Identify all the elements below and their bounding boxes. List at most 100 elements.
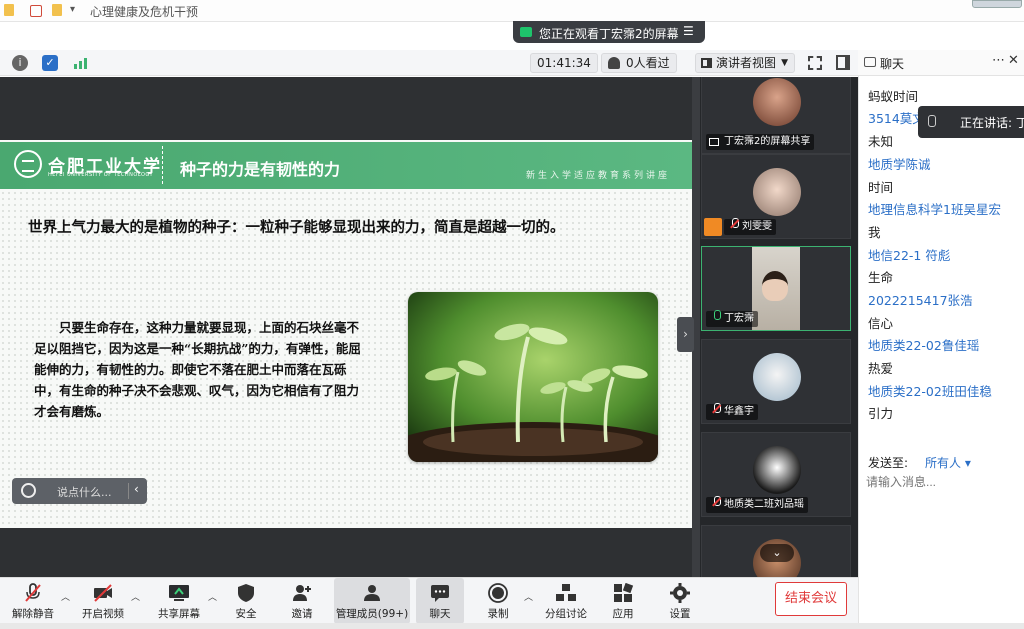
avatar	[753, 446, 801, 494]
window-control[interactable]	[972, 0, 1022, 8]
checkbox-icon[interactable]	[30, 5, 42, 17]
chat-button[interactable]: 聊天	[416, 578, 464, 624]
mic-muted-icon	[711, 403, 721, 415]
meeting-timer: 01:41:34	[530, 53, 598, 73]
apps-icon	[614, 583, 634, 602]
chat-message: 热爱	[868, 361, 894, 376]
screen-share-icon	[709, 138, 719, 146]
meeting-info-bar: i ✓ 01:41:34 0人看过 演讲者视图 ▼	[0, 50, 858, 76]
chat-title: 聊天	[880, 57, 905, 71]
close-icon[interactable]: ✕	[1008, 53, 1019, 68]
quick-chat-bar[interactable]: 说点什么... ‹	[12, 478, 147, 504]
user-badge-icon	[704, 218, 722, 236]
folder-icon	[52, 4, 62, 16]
chat-sender[interactable]: 地信22-1 符彪	[868, 245, 950, 264]
manage-members-button[interactable]: 管理成员(99+)	[334, 578, 410, 624]
share-banner-text: 您正在观看丁宏霈2的屏幕	[539, 27, 679, 41]
chat-icon	[431, 585, 449, 602]
start-video-button[interactable]: 开启视频	[78, 578, 128, 624]
participant-tile[interactable]: 地质类二班刘品瑶	[701, 432, 851, 517]
participant-tile[interactable]: 华鑫宇	[701, 339, 851, 424]
share-screen-icon	[169, 585, 189, 601]
slide-title: 种子的力是有韧性的力	[180, 160, 341, 179]
share-screen-button[interactable]: 共享屏幕	[153, 578, 205, 624]
folder-icon	[4, 4, 14, 16]
participant-name: 华鑫宇	[706, 403, 758, 420]
settings-button[interactable]: 设置	[660, 578, 700, 624]
speaking-indicator: 正在讲话: 丁	[918, 106, 1024, 138]
invite-button[interactable]: 邀请	[282, 578, 322, 624]
add-user-icon	[293, 585, 311, 601]
apps-button[interactable]: 应用	[603, 578, 643, 624]
view-mode-select[interactable]: 演讲者视图 ▼	[695, 53, 795, 73]
unmute-button[interactable]: 解除静音	[8, 578, 58, 624]
participant-tile[interactable]: 丁宏霈2的屏幕共享	[701, 77, 851, 154]
send-to-label: 发送至:	[868, 456, 909, 470]
more-icon[interactable]: ⋯	[992, 53, 1005, 68]
shield-icon	[238, 584, 254, 602]
slide-headline: 世界上气力最大的是植物的种子：一粒种子能够显现出来的力，简直是超越一切的。	[28, 219, 565, 236]
participant-name: 地质类二班刘品瑶	[706, 496, 808, 513]
participant-name: 丁宏霈	[706, 310, 758, 327]
person-figure	[762, 271, 788, 301]
camera-off-icon	[94, 584, 112, 602]
slide-body-text: 只要生命存在，这种力量就要显现，上面的石块丝毫不足以阻挡它，因为这是一种“长期抗…	[34, 320, 361, 419]
chevron-up-icon[interactable]: ︿	[208, 590, 218, 603]
avatar	[753, 78, 801, 126]
chevron-up-icon[interactable]: ︿	[524, 590, 534, 603]
participant-name: 刘雯雯	[724, 218, 776, 235]
chat-sender[interactable]: 地质学陈诚	[868, 154, 931, 173]
mic-muted-icon	[729, 218, 739, 230]
scroll-down-icon[interactable]: ⌄	[760, 544, 794, 562]
shield-icon[interactable]: ✓	[42, 55, 58, 71]
menu-icon[interactable]: ☰	[683, 24, 697, 38]
collapse-handle[interactable]: ›	[677, 317, 694, 352]
participant-tile[interactable]: 刘雯雯	[701, 154, 851, 239]
sidebar-toggle-icon[interactable]	[836, 55, 850, 70]
participant-tile-active[interactable]: 丁宏霈	[701, 246, 851, 331]
fullscreen-icon[interactable]	[808, 56, 822, 70]
record-icon	[488, 583, 508, 603]
emoji-icon[interactable]	[21, 483, 36, 498]
chat-icon	[864, 57, 876, 67]
chevron-up-icon[interactable]: ︿	[61, 590, 71, 603]
chevron-down-icon: ▼	[781, 58, 788, 68]
share-banner: 您正在观看丁宏霈2的屏幕 ☰	[513, 21, 705, 43]
bottom-edge	[0, 623, 1024, 629]
breakout-rooms-button[interactable]: 分组讨论	[542, 578, 590, 624]
chat-sender[interactable]: 地质类22-02鲁佳瑶	[868, 335, 979, 354]
end-meeting-button[interactable]: 结束会议	[775, 582, 847, 616]
chat-sender[interactable]: 3514莫文	[868, 108, 925, 127]
chat-message-input[interactable]	[866, 472, 1016, 492]
chat-message: 生命	[868, 270, 894, 285]
security-button[interactable]: 安全	[226, 578, 266, 624]
mic-muted-icon	[25, 583, 41, 602]
dropdown-icon[interactable]: ▾	[70, 4, 75, 15]
breakout-icon	[556, 584, 576, 601]
layout-icon	[701, 58, 712, 68]
chevron-left-icon[interactable]: ‹	[134, 482, 139, 496]
record-button[interactable]: 录制	[478, 578, 518, 624]
viewers-count[interactable]: 0人看过	[601, 53, 677, 73]
university-logo-icon	[14, 150, 42, 178]
signal-icon[interactable]	[72, 55, 88, 71]
quick-chat-placeholder[interactable]: 说点什么...	[57, 484, 112, 500]
slide-divider	[162, 146, 163, 184]
chat-message: 我	[868, 225, 881, 240]
title-strip: ▾ 心理健康及危机干预	[0, 0, 1024, 22]
document-title: 心理健康及危机干预	[90, 5, 199, 19]
camera-icon	[520, 27, 532, 37]
chat-message: 未知	[868, 134, 894, 149]
participant-gallery: 丁宏霈2的屏幕共享 刘雯雯 丁宏霈 华鑫宇 地质类二班刘品瑶	[700, 77, 858, 577]
chat-sender[interactable]: 地理信息科学1班吴星宏	[868, 199, 1001, 218]
chevron-up-icon[interactable]: ︿	[131, 590, 141, 603]
chat-sender[interactable]: 2022215417张浩	[868, 290, 973, 309]
info-icon[interactable]: i	[12, 55, 28, 71]
chat-message: 信心	[868, 316, 894, 331]
send-to-select[interactable]: 所有人 ▾	[925, 454, 971, 471]
people-icon	[608, 57, 620, 69]
mic-muted-icon	[928, 115, 936, 127]
gear-icon	[670, 583, 690, 603]
avatar	[753, 168, 801, 216]
chat-sender[interactable]: 地质类22-02班田佳稳	[868, 381, 992, 400]
